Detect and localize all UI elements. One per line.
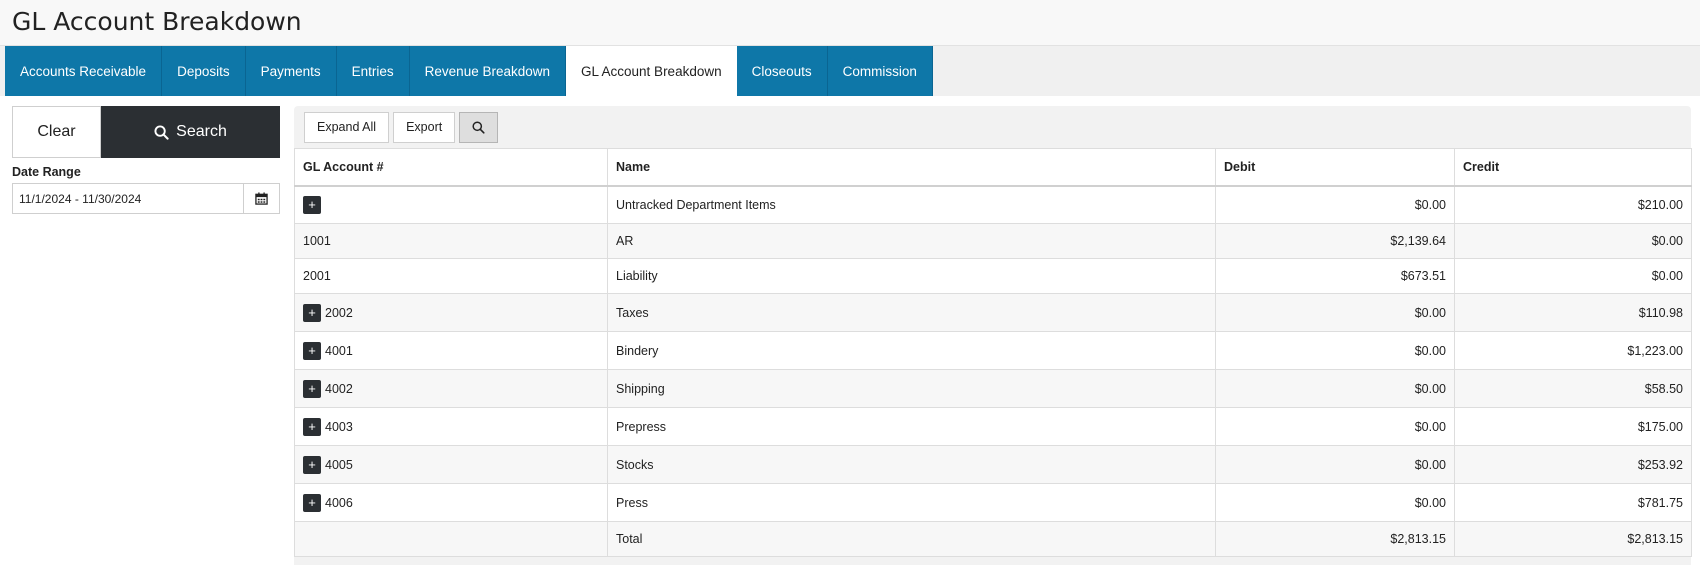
search-icon bbox=[154, 124, 169, 140]
debit-cell: $0.00 bbox=[1215, 185, 1455, 224]
credit-cell: $0.00 bbox=[1454, 223, 1692, 259]
gl-account-number: 2002 bbox=[325, 305, 353, 320]
table-row: +4005 Stocks $0.00 $253.92 bbox=[294, 445, 1692, 484]
tab-bar: Accounts Receivable Deposits Payments En… bbox=[0, 46, 1700, 96]
gl-account-cell: 1001 bbox=[294, 223, 608, 259]
tab-closeouts[interactable]: Closeouts bbox=[736, 46, 828, 96]
expand-row-button[interactable]: + bbox=[303, 341, 321, 360]
expand-row-button[interactable]: + bbox=[303, 455, 321, 474]
total-label: Total bbox=[607, 521, 1216, 557]
credit-cell: $210.00 bbox=[1454, 185, 1692, 224]
credit-cell: $253.92 bbox=[1454, 445, 1692, 484]
tab-deposits[interactable]: Deposits bbox=[162, 46, 246, 96]
table-row: + Untracked Department Items $0.00 $210.… bbox=[294, 185, 1692, 224]
column-header-debit[interactable]: Debit bbox=[1215, 148, 1455, 187]
date-range-label: Date Range bbox=[12, 165, 81, 179]
expand-row-button[interactable]: + bbox=[303, 303, 321, 322]
search-button-label: Search bbox=[176, 123, 227, 140]
tab-payments[interactable]: Payments bbox=[245, 46, 337, 96]
date-range-row bbox=[12, 183, 280, 214]
results-panel: Expand All Export GL Account # Name Debi… bbox=[294, 106, 1692, 565]
table-row: 2001 Liability $673.51 $0.00 bbox=[294, 258, 1692, 294]
gl-account-cell: +4005 bbox=[294, 445, 608, 484]
debit-cell: $673.51 bbox=[1215, 258, 1455, 294]
gl-account-cell: +2002 bbox=[294, 293, 608, 332]
credit-cell: $1,223.00 bbox=[1454, 331, 1692, 370]
tab-gl-account-breakdown[interactable]: GL Account Breakdown bbox=[566, 46, 737, 96]
content-area: Clear Search Date Range 11/1/2024 - 11/3… bbox=[0, 96, 1700, 565]
table-row: 1001 AR $2,139.64 $0.00 bbox=[294, 223, 1692, 259]
gl-account-cell: +4002 bbox=[294, 369, 608, 408]
clear-button[interactable]: Clear bbox=[12, 106, 101, 158]
column-header-name[interactable]: Name bbox=[607, 148, 1216, 187]
gl-account-cell: +4001 bbox=[294, 331, 608, 370]
name-cell: Shipping bbox=[607, 369, 1216, 408]
column-header-credit[interactable]: Credit bbox=[1454, 148, 1692, 187]
table-row: +4006 Press $0.00 $781.75 bbox=[294, 483, 1692, 522]
filter-panel: Clear Search Date Range bbox=[12, 106, 280, 214]
gl-account-number: 4003 bbox=[325, 419, 353, 434]
name-cell: Liability bbox=[607, 258, 1216, 294]
debit-cell: $0.00 bbox=[1215, 445, 1455, 484]
total-row: Total $2,813.15 $2,813.15 bbox=[294, 521, 1692, 557]
name-cell: Bindery bbox=[607, 331, 1216, 370]
gl-account-cell bbox=[294, 521, 608, 557]
expand-row-button[interactable]: + bbox=[303, 379, 321, 398]
gl-account-table: GL Account # Name Debit Credit + Untrack… bbox=[294, 148, 1692, 557]
table-toolbar: Expand All Export bbox=[294, 106, 1691, 148]
expand-row-button[interactable]: + bbox=[303, 195, 321, 214]
tab-entries[interactable]: Entries bbox=[336, 46, 410, 96]
table-row: +4003 Prepress $0.00 $175.00 bbox=[294, 407, 1692, 446]
table-row: +4001 Bindery $0.00 $1,223.00 bbox=[294, 331, 1692, 370]
table-search-button[interactable] bbox=[459, 111, 499, 143]
column-header-gl-account[interactable]: GL Account # bbox=[294, 148, 608, 187]
debit-cell: $0.00 bbox=[1215, 407, 1455, 446]
page-header: GL Account Breakdown bbox=[0, 0, 1700, 46]
name-cell: Prepress bbox=[607, 407, 1216, 446]
export-button[interactable]: Export bbox=[393, 111, 456, 143]
gl-account-number: 4001 bbox=[325, 343, 353, 358]
gl-account-number: 4006 bbox=[325, 495, 353, 510]
gl-account-cell: 2001 bbox=[294, 258, 608, 294]
page-title: GL Account Breakdown bbox=[12, 7, 302, 36]
table-row: +4002 Shipping $0.00 $58.50 bbox=[294, 369, 1692, 408]
calendar-icon bbox=[255, 192, 268, 205]
gl-account-number: 4002 bbox=[325, 381, 353, 396]
search-icon bbox=[472, 120, 485, 134]
calendar-button[interactable] bbox=[243, 183, 280, 214]
date-range-input[interactable] bbox=[12, 183, 243, 214]
table-header-row: GL Account # Name Debit Credit bbox=[294, 148, 1692, 187]
credit-cell: $781.75 bbox=[1454, 483, 1692, 522]
expand-row-button[interactable]: + bbox=[303, 417, 321, 436]
name-cell: Press bbox=[607, 483, 1216, 522]
name-cell: Stocks bbox=[607, 445, 1216, 484]
tab-revenue-breakdown[interactable]: Revenue Breakdown bbox=[409, 46, 567, 96]
expand-row-button[interactable]: + bbox=[303, 493, 321, 512]
expand-all-button[interactable]: Expand All bbox=[304, 111, 390, 143]
debit-cell: $0.00 bbox=[1215, 331, 1455, 370]
name-cell: AR bbox=[607, 223, 1216, 259]
total-debit: $2,813.15 bbox=[1215, 521, 1455, 557]
credit-cell: $0.00 bbox=[1454, 258, 1692, 294]
credit-cell: $175.00 bbox=[1454, 407, 1692, 446]
filter-buttons: Clear Search bbox=[12, 106, 280, 158]
search-button[interactable]: Search bbox=[101, 106, 280, 158]
gl-account-cell: + bbox=[294, 185, 608, 224]
name-cell: Taxes bbox=[607, 293, 1216, 332]
debit-cell: $2,139.64 bbox=[1215, 223, 1455, 259]
table-row: +2002 Taxes $0.00 $110.98 bbox=[294, 293, 1692, 332]
gl-account-cell: +4006 bbox=[294, 483, 608, 522]
debit-cell: $0.00 bbox=[1215, 293, 1455, 332]
tab-commission[interactable]: Commission bbox=[827, 46, 933, 96]
tab-accounts-receivable[interactable]: Accounts Receivable bbox=[5, 46, 163, 96]
debit-cell: $0.00 bbox=[1215, 483, 1455, 522]
debit-cell: $0.00 bbox=[1215, 369, 1455, 408]
name-cell: Untracked Department Items bbox=[607, 185, 1216, 224]
credit-cell: $110.98 bbox=[1454, 293, 1692, 332]
total-credit: $2,813.15 bbox=[1454, 521, 1692, 557]
gl-account-number: 4005 bbox=[325, 457, 353, 472]
credit-cell: $58.50 bbox=[1454, 369, 1692, 408]
gl-account-cell: +4003 bbox=[294, 407, 608, 446]
